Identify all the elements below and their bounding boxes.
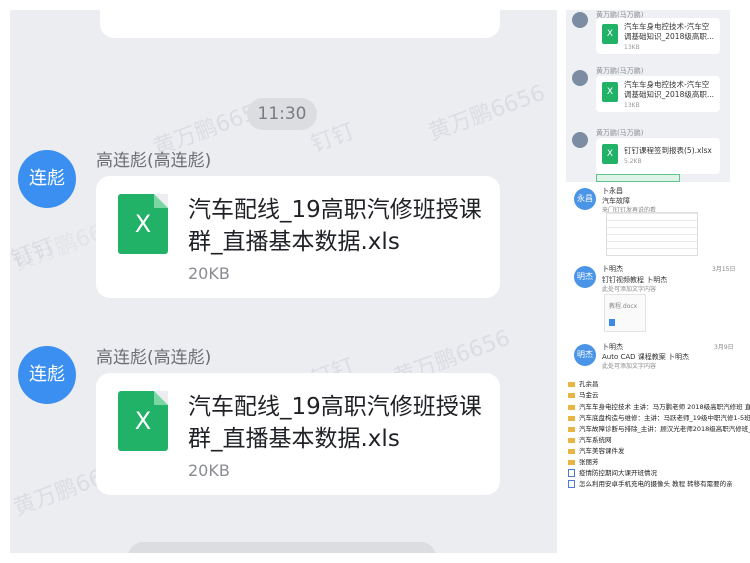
excel-file-icon: X [602,24,618,44]
list-item[interactable]: 孔余昌 [568,378,599,388]
post-text: 此处可添加文字内容 [602,363,657,370]
file-name: 钉钉课程签到报表(5).xlsx [624,146,712,155]
chat-panel: 黄万鹏6656 钉钉 黄万鹏6656 钉钉 黄万鹏6656 钉钉 黄万鹏6656… [10,10,557,553]
avatar[interactable] [572,132,588,148]
post-author: 卜永昌 [602,187,623,195]
watermark: 钉钉 [10,234,58,273]
folder-icon [568,392,575,398]
folder-icon [568,426,575,432]
avatar[interactable]: 明杰 [574,344,596,366]
post-author: 卜明杰 [602,343,623,351]
post-author: 卜明杰 [602,265,623,273]
sender-name: 黄万鹏(马万鹏) [596,129,644,137]
document-icon [568,480,575,488]
excel-file-icon: X [602,82,618,102]
folder-icon [568,437,575,443]
sender-name: 高连彪(高连彪) [96,348,212,368]
file-message-card[interactable]: X 汽车配线_19高职汽修班授课群_直播基本数据.xls 20KB [96,176,500,298]
document-icon [609,319,615,326]
folder-icon [568,404,575,410]
avatar[interactable] [572,70,588,86]
document-icon [568,469,575,477]
file-message-card[interactable]: X 汽车车身电控技术-汽车空调基础知识_2018级高职... 13KB [596,76,720,112]
file-name: 汽车车身电控技术-汽车空调基础知识_2018级高职... [624,22,714,41]
avatar[interactable]: 永昌 [574,188,596,210]
excel-file-icon: X [602,144,618,164]
post-image[interactable] [606,212,698,256]
list-item[interactable]: 汽车美容课件发 [568,445,625,455]
list-item[interactable]: 汽车故障诊断与排除_主讲：顾汉光老师2018级高职汽修班_直播 [568,423,750,433]
file-size: 13KB [624,102,640,109]
time-divider: 11:30 [247,98,317,130]
post-date: 3月15日 [712,266,736,273]
post-date: 3月9日 [714,344,734,351]
file-list-panel: 孔余昌 马金云 汽车车身电控技术 主讲：马万鹏老师 2018级高职汽修班 直播 … [566,372,750,492]
small-chat-panel: 黄万鹏(马万鹏) X 汽车车身电控技术-汽车空调基础知识_2018级高职... … [566,10,730,182]
list-item[interactable]: 汽车系统网 [568,434,612,444]
list-item[interactable]: 怎么利用安卓手机充电的摄像头 教程 转移有需要的亲 [568,478,733,488]
list-item[interactable]: 汽车底盘构造与维修：主讲：马跃老师_19级中职汽修1-5班_直播 [568,412,750,422]
sender-name: 高连彪(高连彪) [96,151,212,171]
posts-panel: 永昌 卜永昌 汽车故障 来门钉钉发再说的看 明杰 卜明杰 3月15日 钉钉视频教… [566,184,742,370]
excel-file-icon: X [118,194,168,254]
list-item[interactable]: 马金云 [568,389,599,399]
file-size: 13KB [624,44,640,51]
avatar[interactable] [572,12,588,28]
list-item[interactable]: 疫情防控期间大课开班情况 [568,467,657,477]
folder-icon [568,459,575,465]
avatar[interactable]: 连彪 [18,150,76,208]
file-size: 5.2KB [624,158,642,165]
avatar[interactable]: 连彪 [18,346,76,404]
file-message-card[interactable]: X 汽车车身电控技术-汽车空调基础知识_2018级高职... 13KB [596,18,720,54]
post-text: 此处可添加文字内容 [602,286,657,293]
avatar[interactable]: 明杰 [574,266,596,288]
watermark: 黄万鹏6656 [425,80,549,146]
excel-file-icon: X [118,391,168,451]
folder-icon [568,415,575,421]
file-size: 20KB [188,461,230,480]
previous-message-card[interactable] [100,10,500,38]
sender-name: 黄万鹏(马万鹏) [596,67,644,75]
file-name: 汽车车身电控技术-汽车空调基础知识_2018级高职... [624,80,714,99]
file-size: 20KB [188,264,230,283]
folder-icon [568,448,575,454]
file-message-card[interactable]: X 钉钉课程签到报表(5).xlsx 5.2KB [596,138,720,174]
list-item[interactable]: 汽车车身电控技术 主讲：马万鹏老师 2018级高职汽修班 直播 [568,401,750,411]
file-name: 汽车配线_19高职汽修班授课群_直播基本数据.xls [188,197,482,255]
input-bar[interactable] [128,542,436,553]
selection-bar [596,174,680,182]
attachment[interactable]: 教程.docx [604,294,646,332]
list-item[interactable]: 张丽芳 [568,456,599,466]
file-name: 汽车配线_19高职汽修班授课群_直播基本数据.xls [188,394,482,452]
folder-icon [568,381,575,387]
file-message-card[interactable]: X 汽车配线_19高职汽修班授课群_直播基本数据.xls 20KB [96,373,500,495]
